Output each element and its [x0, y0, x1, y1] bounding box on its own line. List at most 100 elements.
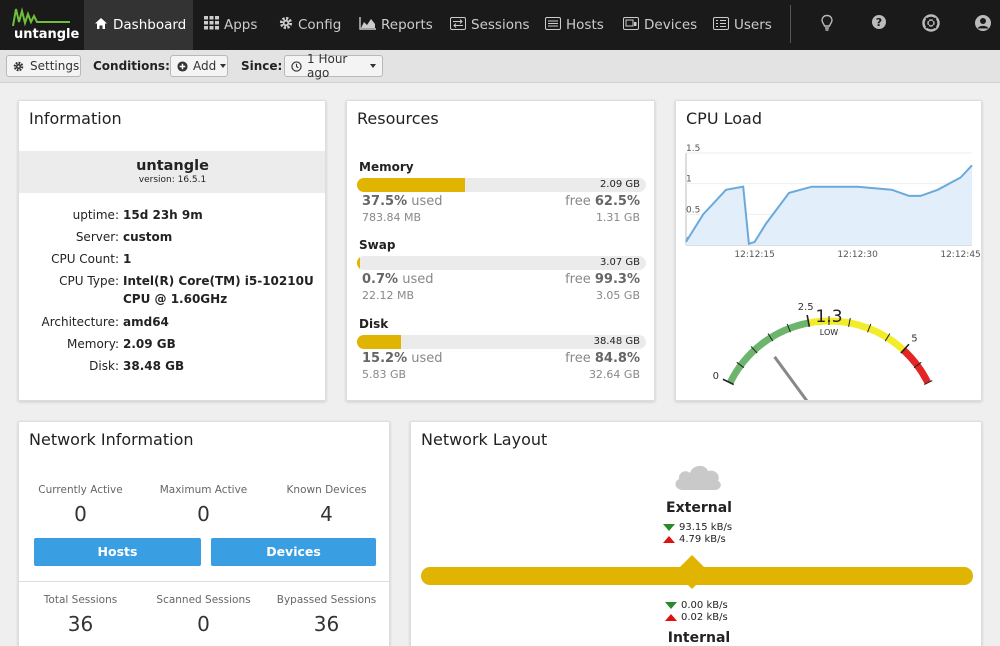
nav-apps[interactable]: Apps	[204, 0, 257, 50]
download-arrow-icon	[665, 602, 677, 609]
x-tick-label: 12:12:15	[734, 250, 774, 260]
resources-widget: Resources Memory 2.09 GB 37.5% used free…	[346, 100, 655, 401]
devices-icon	[623, 16, 639, 34]
support-icon[interactable]	[921, 14, 941, 34]
plus-circle-icon	[177, 60, 188, 72]
memory-free: free 62.5%	[565, 194, 640, 209]
nav-sessions[interactable]: Sessions	[450, 0, 530, 50]
memory-label: Memory	[359, 160, 414, 174]
swap-used: 0.7% used	[362, 272, 434, 287]
disk-used-amount: 5.83 GB	[362, 368, 407, 381]
gear-icon	[13, 61, 24, 72]
upload-arrow-icon	[663, 536, 675, 543]
since-label: Since:	[241, 59, 283, 73]
clock-icon	[291, 60, 302, 72]
cpu-load-gauge: 0 2.5 5 1.3 LOW	[713, 302, 933, 400]
stat-total-sessions: Total Sessions 36	[43, 594, 118, 636]
svg-text:?: ?	[876, 16, 882, 29]
chevron-down-icon	[220, 64, 227, 68]
stat-bypassed-sessions: Bypassed Sessions 36	[276, 594, 377, 636]
add-condition-button[interactable]: Add	[170, 55, 228, 77]
gauge-status: LOW	[820, 328, 838, 337]
settings-button[interactable]: Settings	[6, 55, 81, 77]
list-icon	[545, 16, 561, 34]
memory-used: 37.5% used	[362, 194, 443, 209]
disk-label: Disk	[359, 317, 389, 331]
nav-config[interactable]: Config	[279, 0, 341, 50]
cloud-icon	[671, 460, 725, 496]
devices-button[interactable]: Devices	[211, 538, 376, 566]
cpu-load-area	[686, 165, 972, 245]
nav-devices[interactable]: Devices	[623, 0, 697, 50]
logo-text: untangle	[14, 27, 80, 42]
nav-hosts[interactable]: Hosts	[545, 0, 604, 50]
server-version: version: 16.5.1	[138, 175, 207, 185]
disk-used: 15.2% used	[362, 351, 443, 366]
users-icon	[713, 16, 729, 34]
disk-free: free 84.8%	[565, 351, 640, 366]
stat-maximum-active: Maximum Active 0	[159, 484, 248, 526]
swap-label: Swap	[359, 238, 396, 252]
external-label: External	[666, 500, 732, 516]
exchange-icon	[450, 16, 466, 34]
server-name: untangle	[136, 158, 209, 174]
widget-title: Network Layout	[421, 430, 548, 449]
network-information-widget: Network Information Currently Active 0 M…	[18, 421, 390, 646]
nav-reports[interactable]: Reports	[359, 0, 433, 50]
widget-title: Information	[29, 109, 122, 128]
internal-upload-rate: 0.02 kB/s	[665, 612, 728, 623]
stat-currently-active: Currently Active 0	[38, 484, 123, 526]
account-icon[interactable]	[973, 14, 993, 34]
y-tick-label: 1	[686, 175, 692, 185]
x-tick-label: 12:12:30	[837, 250, 878, 260]
disk-free-amount: 32.64 GB	[588, 368, 640, 381]
gear-icon	[279, 16, 293, 34]
memory-usage-bar: 2.09 GB	[357, 178, 646, 192]
external-download-rate: 93.15 kB/s	[663, 522, 732, 533]
widget-title: Resources	[357, 109, 439, 128]
gauge-green-band	[726, 319, 810, 385]
grid-icon	[204, 16, 219, 34]
gauge-value: 1.3	[815, 307, 842, 327]
stat-known-devices: Known Devices 4	[286, 484, 367, 526]
since-dropdown[interactable]: 1 Hour ago	[284, 52, 383, 80]
x-tick-label: 12:12:45	[940, 250, 980, 260]
network-layout-widget: Network Layout External 93.15 kB/s 4.79 …	[410, 421, 982, 646]
nav-dashboard[interactable]: Dashboard	[84, 0, 193, 50]
swap-used-amount: 22.12 MB	[362, 289, 415, 302]
widget-title: Network Information	[29, 430, 194, 449]
gauge-max-label: 5	[911, 333, 917, 344]
memory-total: 2.09 GB	[599, 179, 640, 190]
swap-usage-bar: 3.07 GB	[357, 256, 646, 270]
top-navigation: untangle Dashboard Apps Config Reports S…	[0, 0, 1000, 50]
untangle-logo[interactable]: untangle	[0, 0, 82, 50]
disk-usage-fill	[357, 335, 401, 349]
memory-free-amount: 1.31 GB	[595, 211, 640, 224]
server-header: untangle version: 16.5.1	[19, 151, 325, 193]
nav-users[interactable]: Users	[713, 0, 772, 50]
lightbulb-icon[interactable]	[817, 14, 837, 34]
swap-total: 3.07 GB	[599, 257, 640, 268]
swap-free: free 99.3%	[565, 272, 640, 287]
y-tick-label: 1.5	[686, 144, 700, 154]
swap-usage-fill	[357, 256, 361, 270]
widget-title: CPU Load	[686, 109, 762, 128]
home-icon	[94, 17, 108, 34]
information-widget: Information untangle version: 16.5.1 upt…	[18, 100, 326, 401]
internal-download-rate: 0.00 kB/s	[665, 600, 728, 611]
disk-total: 38.48 GB	[593, 336, 640, 347]
external-upload-rate: 4.79 kB/s	[663, 534, 726, 545]
memory-usage-fill	[357, 178, 466, 192]
swap-free-amount: 3.05 GB	[595, 289, 640, 302]
chevron-down-icon	[370, 64, 376, 68]
area-chart-icon	[359, 16, 376, 34]
upload-arrow-icon	[665, 614, 677, 621]
help-icon[interactable]: ?	[869, 14, 889, 34]
divider	[19, 581, 389, 582]
download-arrow-icon	[663, 524, 675, 531]
conditions-label: Conditions:	[93, 59, 170, 73]
gauge-needle	[773, 355, 809, 400]
gauge-mid-label: 2.5	[798, 302, 814, 313]
hosts-button[interactable]: Hosts	[34, 538, 201, 566]
memory-used-amount: 783.84 MB	[362, 211, 422, 224]
